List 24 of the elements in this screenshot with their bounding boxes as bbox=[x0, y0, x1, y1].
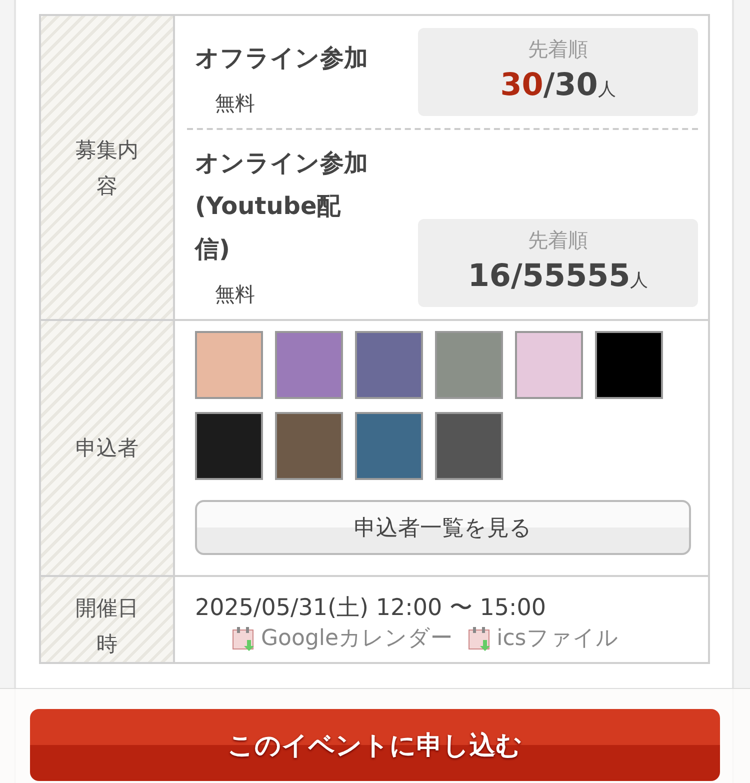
avatar-picture[interactable] bbox=[595, 331, 663, 399]
capacity-count: /30 bbox=[543, 66, 598, 102]
calendar-icon bbox=[466, 626, 493, 652]
plan-name: オフライン参加 bbox=[195, 43, 369, 74]
count-unit: 人 bbox=[598, 78, 616, 100]
plan-fee: 無料 bbox=[214, 281, 256, 308]
applicant-list-button[interactable]: 申込者一覧を見る bbox=[195, 500, 691, 555]
count-unit: 人 bbox=[630, 270, 648, 290]
avatar-picture[interactable] bbox=[195, 412, 263, 480]
applied-count: 30 bbox=[500, 66, 544, 102]
calendar-icon bbox=[231, 626, 257, 652]
calendar-link[interactable]: icsファイル bbox=[496, 624, 618, 654]
apply-button[interactable]: このイベントに申し込む bbox=[30, 709, 720, 781]
row-label: 申込者 bbox=[74, 435, 140, 462]
plan-fee: 無料 bbox=[214, 90, 256, 117]
event-datetime: 2025/05/31(土) 12:00 〜 15:00 bbox=[195, 594, 548, 623]
order-method: 先着順 bbox=[528, 226, 588, 254]
applied-count: 16 bbox=[468, 258, 511, 294]
calendar-link[interactable]: Googleカレンダー bbox=[261, 624, 453, 654]
order-method: 先着順 bbox=[528, 36, 588, 62]
plan-name: オンライン参加(Youtube配信) bbox=[195, 148, 369, 265]
row-label: 募集内容 bbox=[74, 136, 140, 200]
row-label: 開催日時 bbox=[74, 595, 140, 658]
capacity-count: /55555 bbox=[510, 258, 630, 294]
